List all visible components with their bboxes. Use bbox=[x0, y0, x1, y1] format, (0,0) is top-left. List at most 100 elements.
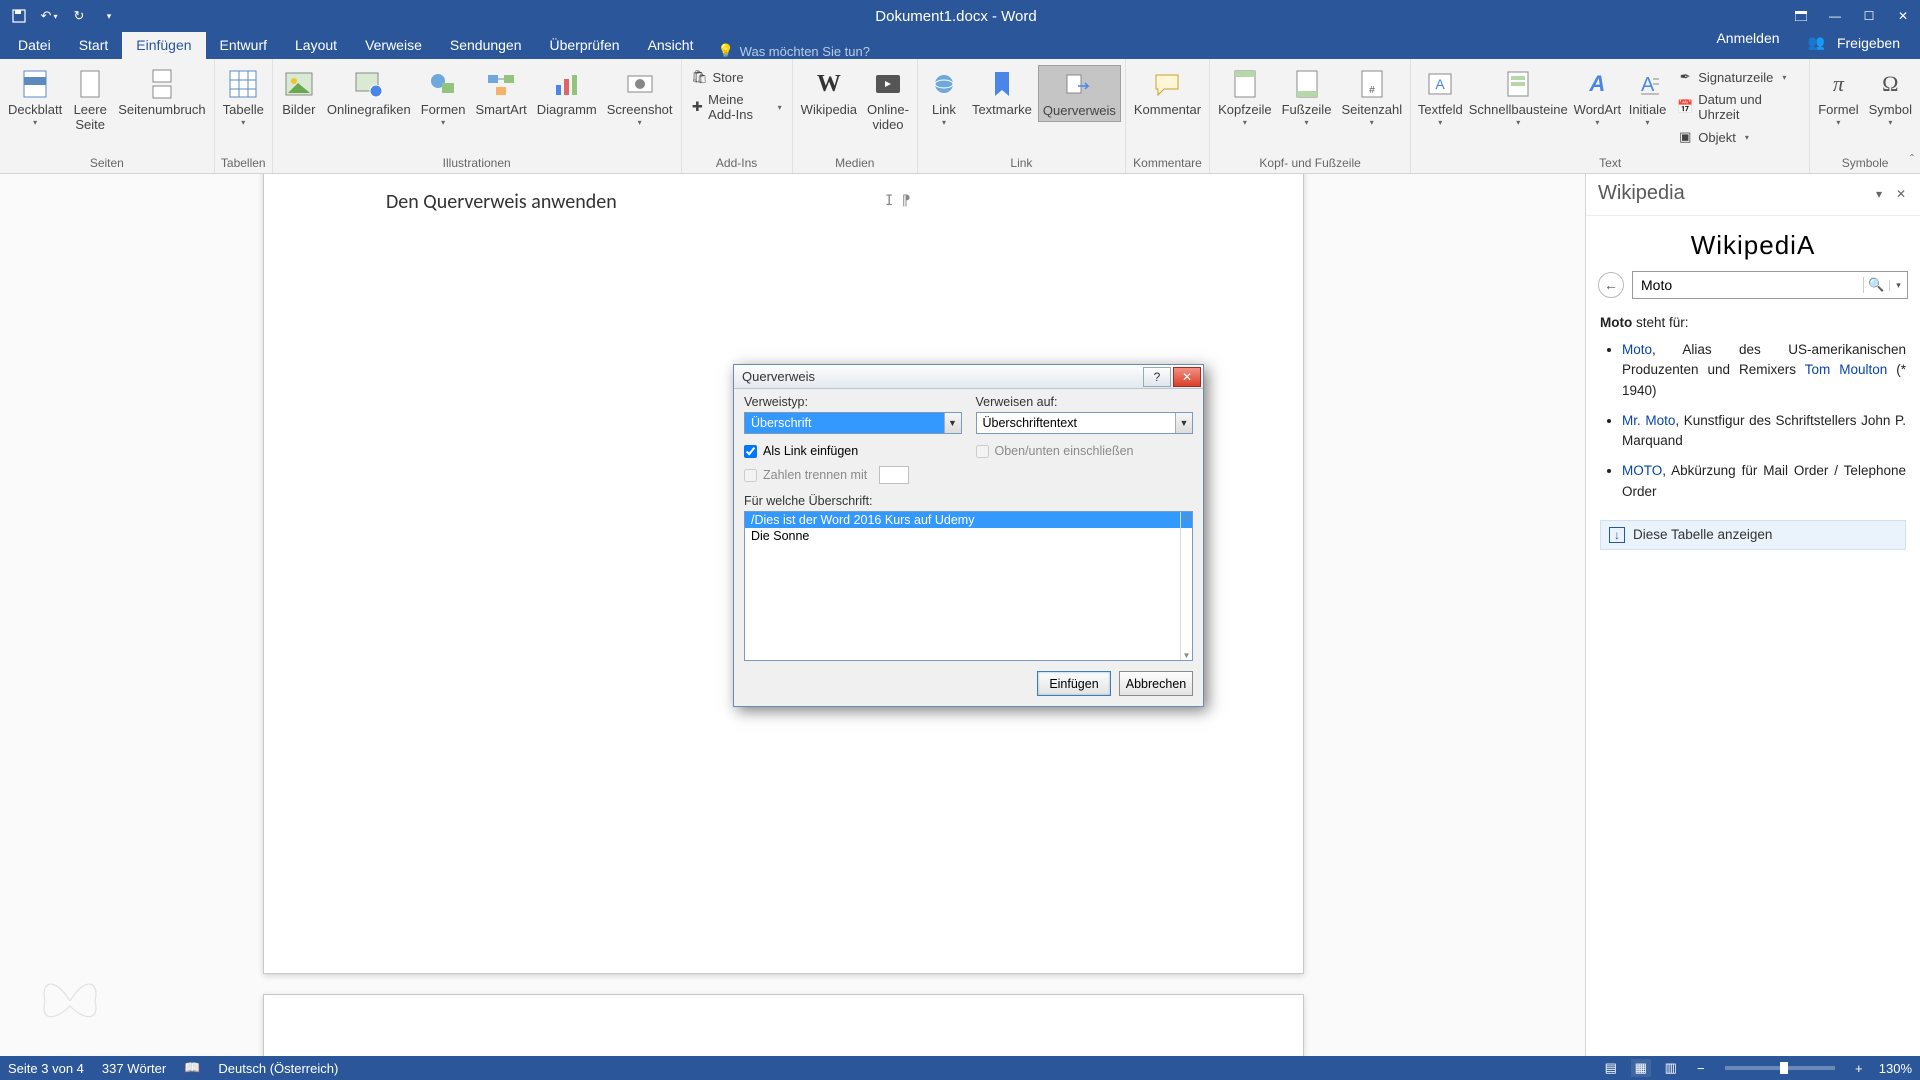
querverweis-button[interactable]: Querverweis bbox=[1038, 65, 1121, 122]
addins-icon: ✚ bbox=[692, 99, 704, 115]
zoom-slider[interactable] bbox=[1725, 1066, 1835, 1070]
formen-button[interactable]: Formen▾ bbox=[417, 65, 470, 129]
textmarke-button[interactable]: Textmarke bbox=[968, 65, 1036, 120]
als-link-checkbox[interactable] bbox=[744, 445, 757, 458]
undo-icon[interactable]: ↶▾ bbox=[36, 4, 62, 28]
object-icon: ▣ bbox=[1677, 129, 1693, 145]
objekt-button[interactable]: ▣Objekt▾ bbox=[1675, 127, 1801, 147]
signin-link[interactable]: Anmelden bbox=[1712, 26, 1783, 59]
store-button[interactable]: 🛍Store bbox=[690, 67, 784, 87]
pane-close-icon[interactable]: ✕ bbox=[1892, 185, 1910, 203]
screenshot-button[interactable]: Screenshot▾ bbox=[603, 65, 677, 129]
ribbon-group-seiten: Deckblatt▾ Leere Seite Seitenumbruch Sei… bbox=[0, 59, 215, 173]
status-page[interactable]: Seite 3 von 4 bbox=[8, 1061, 84, 1076]
status-word-count[interactable]: 337 Wörter bbox=[102, 1061, 166, 1076]
dialog-insert-button[interactable]: Einfügen bbox=[1037, 671, 1111, 696]
signaturzeile-button[interactable]: ✒Signaturzeile▾ bbox=[1675, 67, 1801, 87]
bilder-button[interactable]: Bilder bbox=[277, 65, 321, 120]
document-page-next[interactable] bbox=[263, 994, 1304, 1056]
wikipedia-link[interactable]: Mr. Moto bbox=[1622, 413, 1675, 428]
dialog-title: Querverweis bbox=[742, 369, 1143, 384]
wikipedia-button[interactable]: WWikipedia bbox=[797, 65, 861, 120]
dialog-close-icon[interactable]: ✕ bbox=[1173, 367, 1201, 387]
formel-button[interactable]: πFormel▾ bbox=[1814, 65, 1862, 129]
wikipedia-link[interactable]: MOTO bbox=[1622, 463, 1662, 478]
onlinevideo-button[interactable]: Online- video bbox=[863, 65, 913, 135]
zahlen-trennen-input bbox=[879, 466, 909, 484]
link-button[interactable]: Link▾ bbox=[922, 65, 966, 129]
share-button[interactable]: 👥Freigeben bbox=[1800, 26, 1908, 59]
tabelle-button[interactable]: Tabelle▾ bbox=[219, 65, 268, 129]
schnellbausteine-button[interactable]: Schnellbausteine▾ bbox=[1467, 65, 1569, 129]
search-icon[interactable]: 🔍 bbox=[1863, 277, 1889, 293]
tab-ueberpruefen[interactable]: Überprüfen bbox=[536, 32, 634, 59]
kommentar-button[interactable]: Kommentar bbox=[1130, 65, 1205, 120]
search-dropdown-icon[interactable]: ▾ bbox=[1889, 280, 1907, 291]
list-scrollbar[interactable]: ▲▼ bbox=[1180, 512, 1192, 660]
tab-einfuegen[interactable]: Einfügen bbox=[122, 32, 205, 59]
status-proofing-icon[interactable]: 📖 bbox=[184, 1060, 200, 1076]
wikipedia-link[interactable]: Moto bbox=[1622, 342, 1652, 357]
tab-ansicht[interactable]: Ansicht bbox=[634, 32, 708, 59]
fusszeile-button[interactable]: Fußzeile▾ bbox=[1278, 65, 1336, 129]
zoom-out-icon[interactable]: − bbox=[1691, 1059, 1711, 1077]
wikipedia-show-table-button[interactable]: ↓ Diese Tabelle anzeigen bbox=[1600, 520, 1906, 550]
onlinegrafiken-button[interactable]: Onlinegrafiken bbox=[323, 65, 415, 120]
ribbon-display-icon[interactable] bbox=[1784, 4, 1818, 28]
leere-seite-button[interactable]: Leere Seite bbox=[68, 65, 112, 135]
heading-list-item[interactable]: Die Sonne bbox=[745, 528, 1192, 544]
status-language[interactable]: Deutsch (Österreich) bbox=[218, 1061, 338, 1076]
heading-list[interactable]: /Dies ist der Word 2016 Kurs auf Udemy D… bbox=[744, 511, 1193, 661]
verweisen-auf-select[interactable]: Überschriftentext ▼ bbox=[976, 412, 1194, 434]
seitenzahl-button[interactable]: #Seitenzahl▾ bbox=[1337, 65, 1406, 129]
textbox-icon: A bbox=[1422, 67, 1458, 101]
deckblatt-button[interactable]: Deckblatt▾ bbox=[4, 65, 66, 129]
datum-uhrzeit-button[interactable]: 📅Datum und Uhrzeit bbox=[1675, 90, 1801, 124]
redo-icon[interactable]: ↻ bbox=[66, 4, 92, 28]
chevron-down-icon[interactable]: ▼ bbox=[1175, 413, 1192, 433]
symbol-button[interactable]: ΩSymbol▾ bbox=[1865, 65, 1916, 129]
seitenumbruch-button[interactable]: Seitenumbruch bbox=[114, 65, 209, 120]
pane-options-icon[interactable]: ▾ bbox=[1870, 185, 1888, 203]
zoom-in-icon[interactable]: + bbox=[1849, 1059, 1869, 1077]
zoom-level[interactable]: 130% bbox=[1879, 1061, 1912, 1076]
wikipedia-link[interactable]: Tom Moulton bbox=[1805, 362, 1888, 377]
zahlen-trennen-label: Zahlen trennen mit bbox=[763, 468, 867, 482]
smartart-button[interactable]: SmartArt bbox=[471, 65, 530, 120]
tab-entwurf[interactable]: Entwurf bbox=[206, 32, 281, 59]
initiale-button[interactable]: AInitiale▾ bbox=[1626, 65, 1669, 129]
tab-start[interactable]: Start bbox=[65, 32, 123, 59]
verweistyp-select[interactable]: Überschrift ▼ bbox=[744, 412, 962, 434]
kopfzeile-button[interactable]: Kopfzeile▾ bbox=[1214, 65, 1275, 129]
cross-reference-icon bbox=[1061, 68, 1097, 102]
wikipedia-pane-title: Wikipedia bbox=[1598, 182, 1866, 205]
heading-list-item[interactable]: /Dies ist der Word 2016 Kurs auf Udemy bbox=[745, 512, 1192, 528]
tab-layout[interactable]: Layout bbox=[281, 32, 351, 59]
heading-list-label: Für welche Überschrift: bbox=[744, 494, 1193, 508]
view-web-layout-icon[interactable]: ▥ bbox=[1661, 1059, 1681, 1077]
oben-unten-label: Oben/unten einschließen bbox=[995, 444, 1134, 458]
view-read-mode-icon[interactable]: ▤ bbox=[1601, 1059, 1621, 1077]
tell-me-search[interactable]: 💡 Was möchten Sie tun? bbox=[717, 43, 870, 59]
qat-customize-icon[interactable]: ▾ bbox=[96, 4, 122, 28]
view-print-layout-icon[interactable]: ▦ bbox=[1631, 1059, 1651, 1077]
wikipedia-back-button[interactable]: ← bbox=[1598, 272, 1624, 298]
wikipedia-search-input[interactable] bbox=[1633, 277, 1863, 293]
dialog-help-icon[interactable]: ? bbox=[1143, 367, 1171, 387]
tab-verweise[interactable]: Verweise bbox=[351, 32, 436, 59]
tab-sendungen[interactable]: Sendungen bbox=[436, 32, 536, 59]
tab-datei[interactable]: Datei bbox=[4, 32, 65, 59]
maximize-icon[interactable]: ☐ bbox=[1852, 4, 1886, 28]
textfeld-button[interactable]: ATextfeld▾ bbox=[1415, 65, 1465, 129]
close-icon[interactable]: ✕ bbox=[1886, 4, 1920, 28]
dialog-cancel-button[interactable]: Abbrechen bbox=[1119, 671, 1193, 696]
wordart-button[interactable]: AWordArt▾ bbox=[1571, 65, 1624, 129]
diagramm-button[interactable]: Diagramm bbox=[533, 65, 601, 120]
chevron-down-icon[interactable]: ▼ bbox=[944, 413, 961, 433]
svg-text:#: # bbox=[1369, 85, 1375, 96]
collapse-ribbon-icon[interactable]: ˆ bbox=[1910, 152, 1914, 166]
save-icon[interactable] bbox=[6, 4, 32, 28]
minimize-icon[interactable]: — bbox=[1818, 4, 1852, 28]
blank-page-icon bbox=[72, 67, 108, 101]
meine-addins-button[interactable]: ✚Meine Add-Ins▾ bbox=[690, 90, 784, 124]
